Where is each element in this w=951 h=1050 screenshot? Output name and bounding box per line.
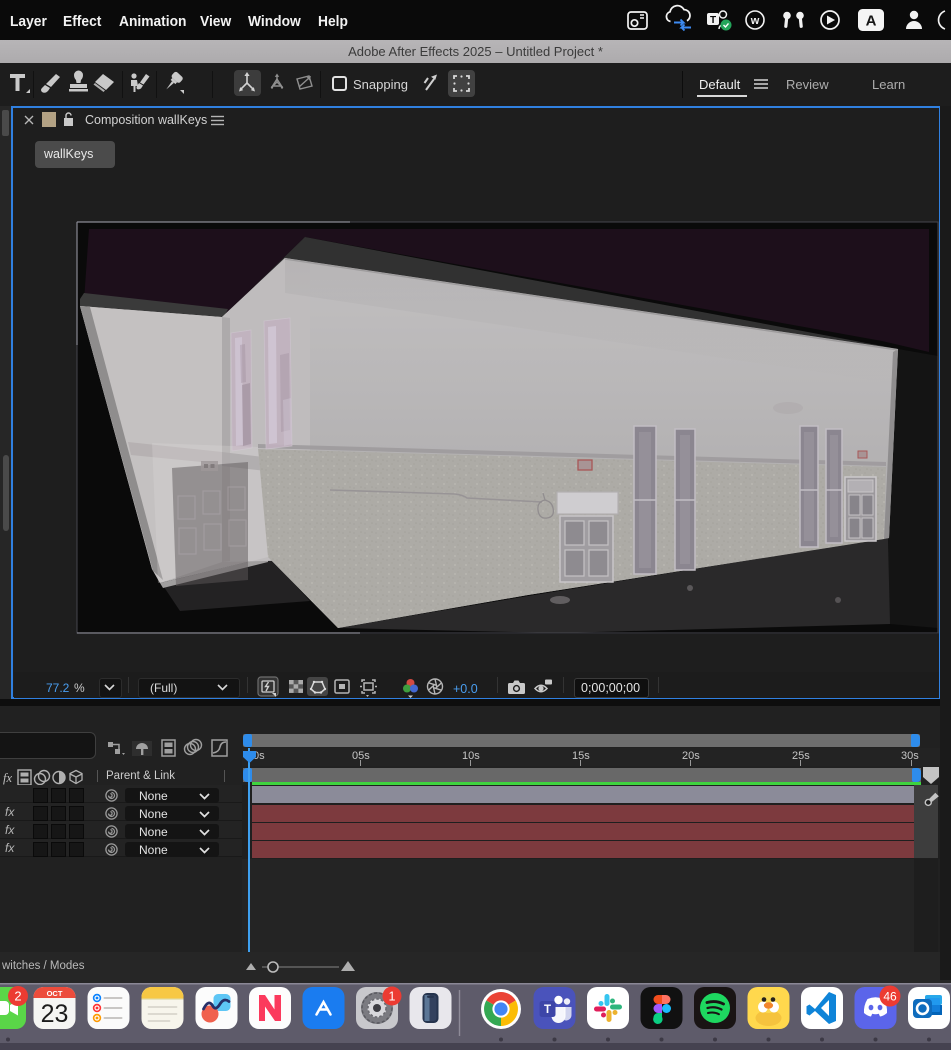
- svg-text:OCT: OCT: [47, 989, 63, 998]
- svg-text:w: w: [750, 15, 760, 27]
- svg-text:T: T: [710, 15, 716, 26]
- svg-text:1: 1: [389, 990, 396, 1004]
- svg-text:A: A: [866, 13, 877, 30]
- svg-text:T: T: [544, 1004, 551, 1016]
- svg-text:46: 46: [883, 990, 897, 1004]
- svg-text:fx: fx: [3, 771, 12, 785]
- svg-text:2: 2: [14, 989, 21, 1004]
- svg-text:23: 23: [41, 1000, 69, 1028]
